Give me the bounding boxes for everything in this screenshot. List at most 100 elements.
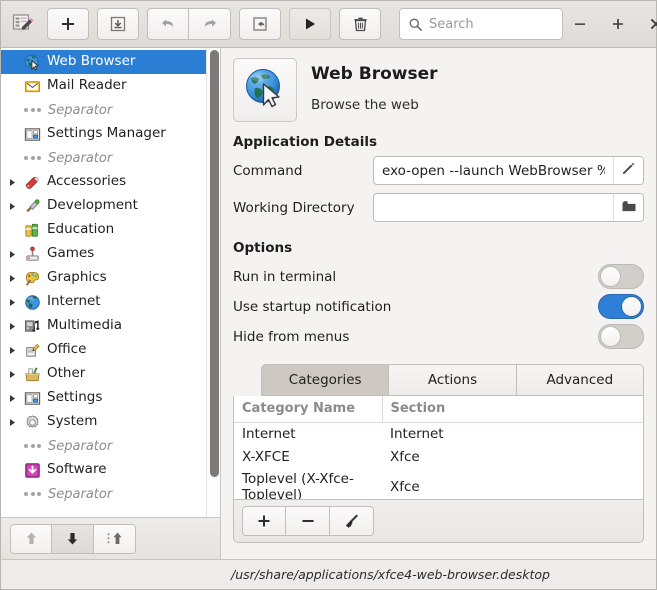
edit-command-button[interactable] — [613, 157, 643, 184]
move-up-button[interactable] — [10, 523, 52, 554]
tree-item-label: Office — [47, 341, 87, 358]
expander-triangle-icon[interactable] — [3, 418, 21, 427]
column-header-section[interactable]: Section — [382, 396, 643, 423]
expander-triangle-icon[interactable] — [3, 250, 21, 259]
office-icon — [21, 340, 43, 360]
settings-icon — [21, 388, 43, 408]
cell-section: Internet — [390, 426, 444, 443]
tree-item-internet[interactable]: Internet — [1, 290, 206, 314]
tree-separator-row[interactable]: Separator — [1, 146, 206, 170]
app-subtitle: Browse the web — [311, 97, 419, 113]
mail-icon — [21, 76, 43, 96]
folder-icon — [621, 198, 637, 218]
save-button-group — [97, 8, 139, 40]
move-to-button[interactable] — [94, 523, 136, 554]
revert-button[interactable] — [239, 8, 281, 40]
undo-redo-group — [147, 8, 231, 40]
app-icon-button[interactable] — [233, 58, 297, 122]
globe-cursor-icon — [21, 52, 43, 72]
expander-triangle-icon[interactable] — [3, 178, 21, 187]
cell-section: Xfce — [390, 449, 420, 465]
tree-item-label: Separator — [48, 438, 113, 454]
delete-button[interactable] — [339, 8, 381, 40]
tree-item-web-browser[interactable]: Web Browser — [1, 50, 206, 74]
expander-triangle-icon[interactable] — [3, 298, 21, 307]
field-box-command — [373, 156, 644, 185]
field-input-command[interactable] — [374, 162, 613, 179]
table-row[interactable]: Toplevel (X-Xfce-Toplevel) Xfce — [234, 469, 643, 500]
browse-directory-button[interactable] — [613, 194, 643, 221]
minimize-button[interactable] — [563, 7, 597, 41]
tree-item-office[interactable]: Office — [1, 338, 206, 362]
development-icon — [21, 196, 43, 216]
search-container — [399, 8, 563, 40]
add-button[interactable] — [47, 8, 89, 40]
globe-icon — [241, 64, 289, 116]
tree-item-label: Multimedia — [47, 317, 123, 334]
search-box[interactable] — [399, 8, 563, 40]
tree-item-software[interactable]: Software — [1, 458, 206, 482]
table-row[interactable]: X-XFCE Xfce — [234, 446, 643, 469]
maximize-button[interactable] — [601, 7, 635, 41]
app-title: Web Browser — [311, 64, 438, 84]
clear-categories-button[interactable] — [330, 506, 374, 536]
expander-triangle-icon[interactable] — [3, 346, 21, 355]
tree-item-games[interactable]: Games — [1, 242, 206, 266]
sidebar-scrollbar[interactable] — [206, 48, 220, 517]
window-controls — [563, 7, 657, 41]
tree-item-graphics[interactable]: Graphics — [1, 266, 206, 290]
redo-button[interactable] — [189, 8, 231, 40]
tree-item-multimedia[interactable]: Multimedia — [1, 314, 206, 338]
tree-separator-row[interactable]: Separator — [1, 482, 206, 506]
tree-item-accessories[interactable]: Accessories — [1, 170, 206, 194]
move-down-button[interactable] — [52, 523, 94, 554]
status-bar: /usr/share/applications/xfce4-web-browse… — [1, 559, 656, 589]
details-panel: Web Browser Browse the web Application D… — [221, 48, 656, 559]
add-category-button[interactable] — [242, 506, 286, 536]
undo-button[interactable] — [147, 8, 189, 40]
close-button[interactable] — [639, 7, 657, 41]
menu-tree-sidebar: Web Browser Mail Reader Separator Settings … — [1, 48, 221, 559]
tree-scroll-area: Web Browser Mail Reader Separator Settings … — [1, 48, 220, 517]
tree-item-settings[interactable]: Settings — [1, 386, 206, 410]
option-label-use-startup-notification: Use startup notification — [233, 298, 392, 315]
move-buttons-group — [10, 523, 136, 554]
other-icon — [21, 364, 43, 384]
expander-triangle-icon[interactable] — [3, 202, 21, 211]
tree-item-mail-reader[interactable]: Mail Reader — [1, 74, 206, 98]
tab-categories[interactable]: Categories — [261, 364, 390, 396]
tab-actions[interactable]: Actions — [389, 364, 517, 396]
expander-triangle-icon[interactable] — [3, 394, 21, 403]
expander-triangle-icon[interactable] — [3, 322, 21, 331]
menu-tree[interactable]: Web Browser Mail Reader Separator Settings … — [1, 48, 206, 517]
tree-item-system[interactable]: System — [1, 410, 206, 434]
table-row[interactable]: Internet Internet — [234, 423, 643, 446]
pencil-icon — [621, 161, 636, 180]
run-button[interactable] — [289, 8, 331, 40]
add-button-group — [47, 8, 89, 40]
tree-item-education[interactable]: Education — [1, 218, 206, 242]
toggle-use-startup-notification[interactable] — [598, 294, 644, 319]
toggle-run-in-terminal[interactable] — [598, 264, 644, 289]
tree-item-label: Education — [47, 221, 115, 238]
tree-separator-row[interactable]: Separator — [1, 98, 206, 122]
tab-advanced[interactable]: Advanced — [516, 364, 644, 396]
run-button-group — [289, 8, 331, 40]
table-header-row: Category Name Section — [234, 396, 643, 423]
tree-item-development[interactable]: Development — [1, 194, 206, 218]
sidebar-scrollbar-thumb[interactable] — [210, 50, 219, 477]
search-input[interactable] — [429, 16, 554, 32]
tree-separator-row[interactable]: Separator — [1, 434, 206, 458]
tree-item-settings-manager[interactable]: Settings Manager — [1, 122, 206, 146]
tree-item-other[interactable]: Other — [1, 362, 206, 386]
column-header-category-name[interactable]: Category Name — [234, 396, 383, 423]
toggle-hide-from-menus[interactable] — [598, 324, 644, 349]
expander-triangle-icon[interactable] — [3, 274, 21, 283]
tree-item-label: Games — [47, 245, 95, 262]
tab-bar[interactable]: Categories Actions Advanced — [233, 364, 644, 396]
field-input-working-directory[interactable] — [374, 199, 613, 216]
option-row-use-startup-notification: Use startup notification — [233, 292, 644, 321]
save-button[interactable] — [97, 8, 139, 40]
remove-category-button[interactable] — [286, 506, 330, 536]
expander-triangle-icon[interactable] — [3, 370, 21, 379]
